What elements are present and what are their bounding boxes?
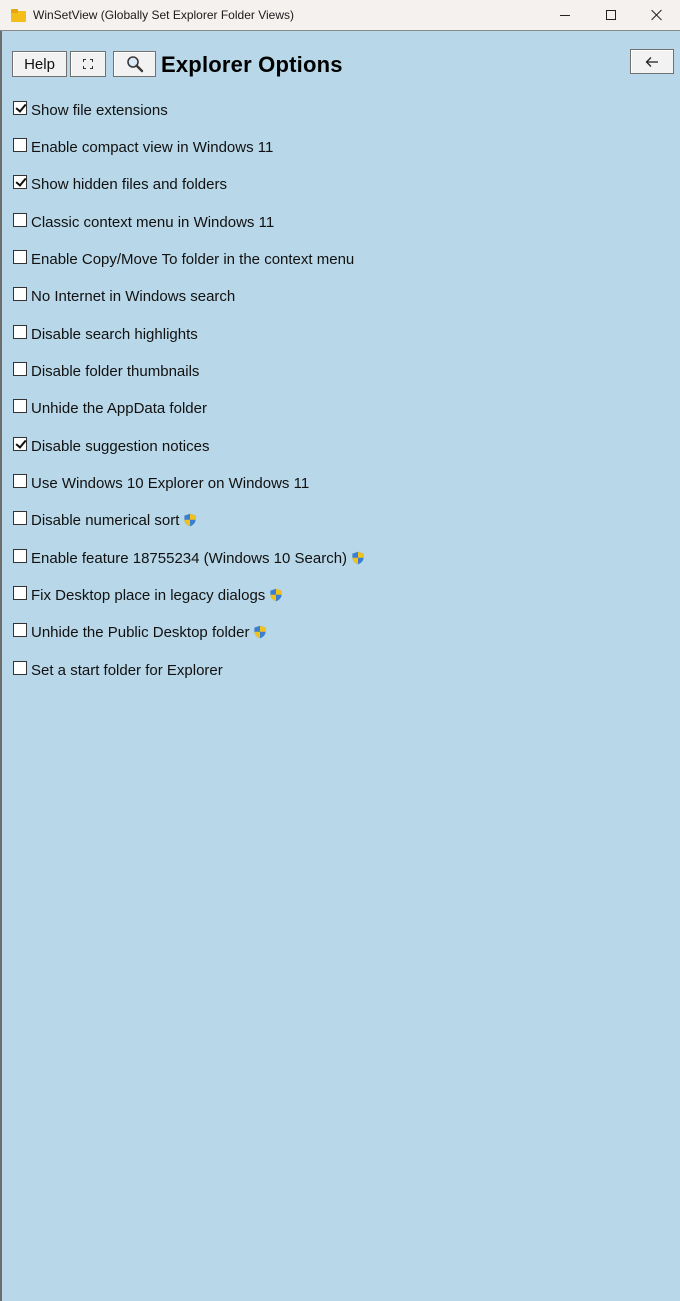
option-checkbox[interactable] xyxy=(13,623,27,637)
option-checkbox[interactable] xyxy=(13,362,27,376)
maximize-button[interactable] xyxy=(588,0,634,30)
option-checkbox[interactable] xyxy=(13,287,27,301)
option-label: Unhide the AppData folder xyxy=(31,399,207,417)
option-label: Use Windows 10 Explorer on Windows 11 xyxy=(31,474,310,492)
window-border xyxy=(0,31,2,1301)
option-label: Show hidden files and folders xyxy=(31,175,227,193)
fullscreen-icon xyxy=(83,59,93,69)
option-row[interactable]: Disable search highlights xyxy=(13,324,198,344)
arrow-left-icon xyxy=(645,56,658,67)
search-button[interactable] xyxy=(113,51,156,77)
option-checkbox[interactable] xyxy=(13,325,27,339)
option-label: Enable feature 18755234 (Windows 10 Sear… xyxy=(31,549,348,567)
option-label: Unhide the Public Desktop folder xyxy=(31,623,250,641)
option-checkbox[interactable] xyxy=(13,586,27,600)
option-row[interactable]: Enable Copy/Move To folder in the contex… xyxy=(13,249,354,269)
option-checkbox[interactable] xyxy=(13,511,27,525)
option-checkbox[interactable] xyxy=(13,399,27,413)
option-checkbox[interactable] xyxy=(13,175,27,189)
option-row[interactable]: No Internet in Windows search xyxy=(13,286,235,306)
option-label: Show file extensions xyxy=(31,101,168,119)
option-row[interactable]: Disable folder thumbnails xyxy=(13,361,199,381)
option-row[interactable]: Disable numerical sort xyxy=(13,510,197,530)
window-controls xyxy=(542,0,680,30)
option-checkbox[interactable] xyxy=(13,474,27,488)
window-title: WinSetView (Globally Set Explorer Folder… xyxy=(33,8,294,22)
option-label: No Internet in Windows search xyxy=(31,287,236,305)
option-label: Classic context menu in Windows 11 xyxy=(31,213,275,231)
option-row[interactable]: Set a start folder for Explorer xyxy=(13,660,223,680)
option-checkbox[interactable] xyxy=(13,213,27,227)
option-checkbox[interactable] xyxy=(13,437,27,451)
option-row[interactable]: Disable suggestion notices xyxy=(13,436,209,456)
uac-shield-icon xyxy=(184,513,196,527)
option-label: Disable numerical sort xyxy=(31,511,180,529)
page-title: Explorer Options xyxy=(161,52,343,77)
fullscreen-button[interactable] xyxy=(70,51,106,77)
uac-shield-icon xyxy=(352,551,364,565)
option-label: Disable folder thumbnails xyxy=(31,362,200,380)
option-label: Set a start folder for Explorer xyxy=(31,661,223,679)
option-row[interactable]: Enable feature 18755234 (Windows 10 Sear… xyxy=(13,548,365,568)
option-row[interactable]: Unhide the Public Desktop folder xyxy=(13,622,267,642)
magnifier-icon xyxy=(126,56,143,73)
close-button[interactable] xyxy=(634,0,680,30)
close-icon xyxy=(651,9,663,21)
option-checkbox[interactable] xyxy=(13,549,27,563)
option-row[interactable]: Classic context menu in Windows 11 xyxy=(13,212,274,232)
option-checkbox[interactable] xyxy=(13,250,27,264)
option-checkbox[interactable] xyxy=(13,661,27,675)
maximize-icon xyxy=(606,10,616,20)
option-row[interactable]: Enable compact view in Windows 11 xyxy=(13,137,273,157)
option-label: Enable compact view in Windows 11 xyxy=(31,138,274,156)
back-button[interactable] xyxy=(630,49,674,74)
title-bar: WinSetView (Globally Set Explorer Folder… xyxy=(0,0,680,31)
folder-icon xyxy=(11,8,26,22)
toolbar: Help Explorer Options xyxy=(12,49,676,78)
option-label: Enable Copy/Move To folder in the contex… xyxy=(31,250,355,268)
help-button[interactable]: Help xyxy=(12,51,67,77)
minimize-icon xyxy=(560,14,570,16)
option-label: Disable suggestion notices xyxy=(31,437,210,455)
option-row[interactable]: Use Windows 10 Explorer on Windows 11 xyxy=(13,473,309,493)
option-label: Disable search highlights xyxy=(31,325,198,343)
uac-shield-icon xyxy=(270,588,282,602)
option-row[interactable]: Fix Desktop place in legacy dialogs xyxy=(13,585,283,605)
uac-shield-icon xyxy=(254,625,267,639)
option-label: Fix Desktop place in legacy dialogs xyxy=(31,586,266,604)
option-checkbox[interactable] xyxy=(13,138,27,152)
option-row[interactable]: Unhide the AppData folder xyxy=(13,398,207,418)
option-row[interactable]: Show hidden files and folders xyxy=(13,174,227,194)
minimize-button[interactable] xyxy=(542,0,588,30)
option-checkbox[interactable] xyxy=(13,101,27,115)
option-row[interactable]: Show file extensions xyxy=(13,100,168,120)
